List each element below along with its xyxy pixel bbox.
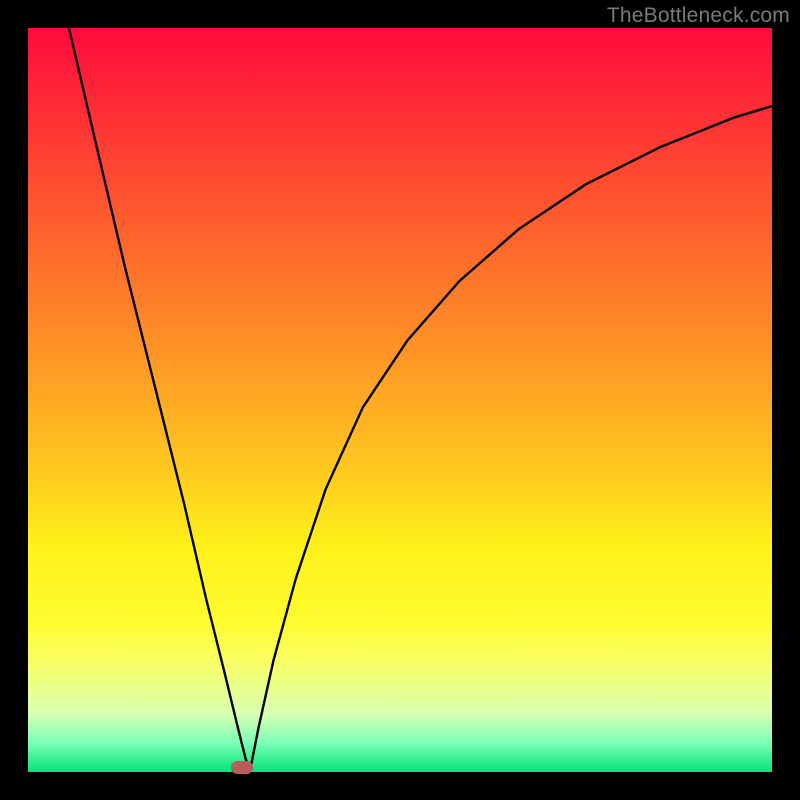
watermark-text: TheBottleneck.com <box>607 4 790 28</box>
bottleneck-curve <box>28 28 772 772</box>
curve-path <box>69 28 772 772</box>
chart-frame: TheBottleneck.com <box>0 0 800 800</box>
plot-area <box>28 28 772 772</box>
min-marker <box>231 761 253 774</box>
